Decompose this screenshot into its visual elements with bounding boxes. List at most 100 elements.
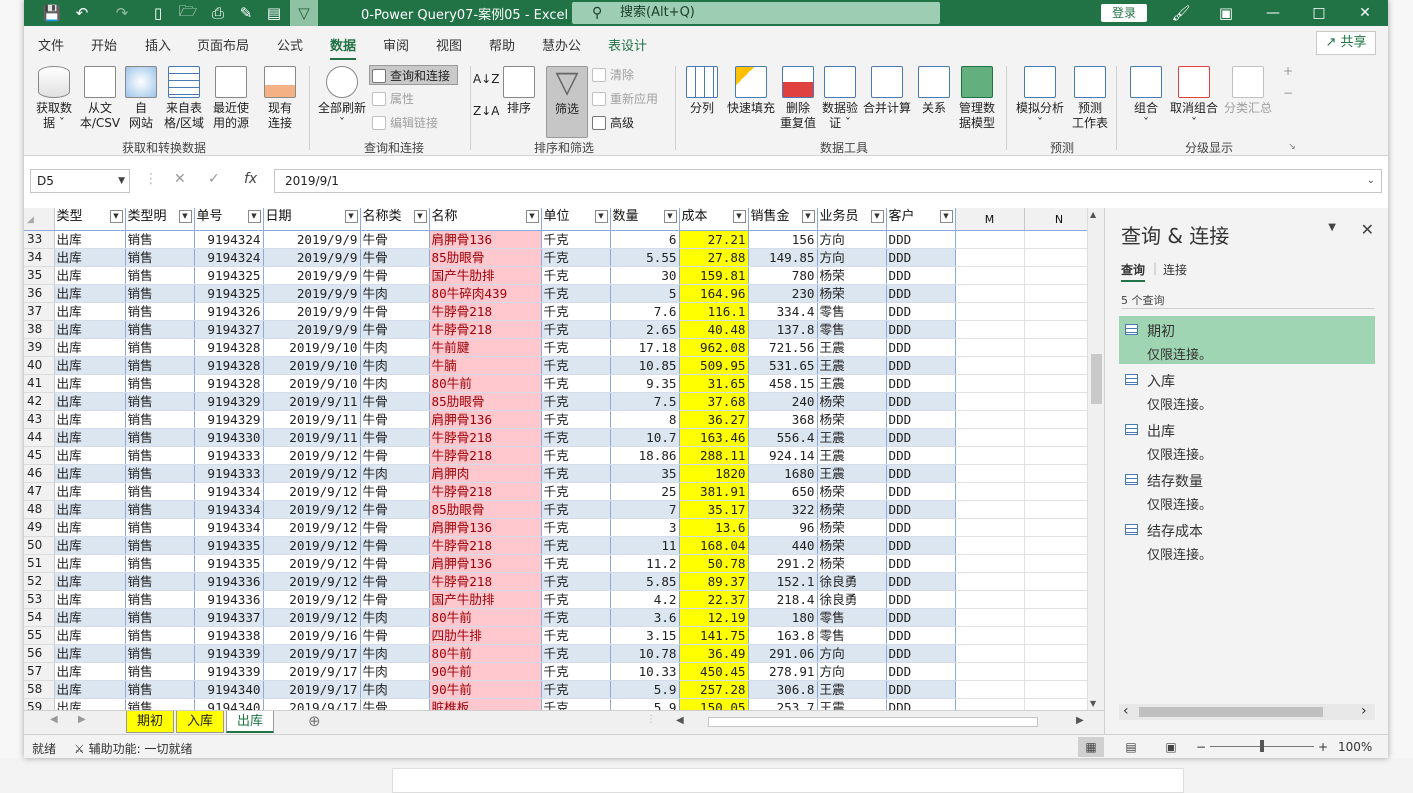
tab-table-design[interactable]: 表设计 — [608, 35, 647, 54]
table-cell[interactable]: 9194326 — [194, 302, 264, 321]
table-cell[interactable]: 2019/9/17 — [263, 698, 361, 710]
table-cell[interactable]: 千克 — [541, 356, 611, 375]
table-cell[interactable]: 牛脖骨218 — [429, 302, 542, 321]
table-cell[interactable]: 牛肉 — [360, 356, 430, 375]
scroll-thumb[interactable] — [1091, 354, 1102, 404]
table-cell[interactable]: 销售 — [125, 266, 195, 285]
table-cell[interactable]: 千克 — [541, 482, 611, 501]
table-cell[interactable]: 2019/9/16 — [263, 626, 361, 645]
empty-cell[interactable] — [955, 410, 1025, 429]
table-cell[interactable]: DDD — [886, 518, 956, 537]
login-button[interactable]: 登录 — [1101, 4, 1147, 22]
table-cell[interactable]: 牛脖骨218 — [429, 572, 542, 591]
table-cell[interactable]: 924.14 — [748, 446, 818, 465]
table-cell[interactable]: 销售 — [125, 662, 195, 681]
table-cell[interactable]: 销售 — [125, 554, 195, 573]
empty-cell[interactable] — [1024, 608, 1095, 627]
table-cell[interactable]: 销售 — [125, 302, 195, 321]
advanced-filter-button[interactable]: 高级 — [590, 113, 634, 133]
table-cell[interactable]: 销售 — [125, 230, 195, 249]
table-cell[interactable]: 杨荣 — [817, 518, 887, 537]
sheet-tab-ruku[interactable]: 入库 — [176, 711, 224, 733]
table-cell[interactable]: 291.06 — [748, 644, 818, 663]
scroll-down-icon[interactable]: ▼ — [1090, 699, 1096, 708]
row-number[interactable]: 49 — [24, 518, 55, 537]
col-sales-amount-header[interactable]: ▼ 销售金 — [748, 208, 818, 231]
filter-dropdown-icon[interactable]: ▼ — [870, 210, 884, 223]
insert-function-icon[interactable]: fx — [244, 171, 257, 187]
table-cell[interactable]: 1680 — [748, 464, 818, 483]
table-cell[interactable]: 出库 — [54, 284, 126, 303]
table-cell[interactable]: 王震 — [817, 356, 887, 375]
query-item-chuku[interactable]: 出库 仅限连接。 — [1119, 416, 1375, 464]
filter-dropdown-icon[interactable]: ▼ — [663, 210, 677, 223]
table-cell[interactable]: 2019/9/12 — [263, 554, 361, 573]
row-number[interactable]: 43 — [24, 410, 55, 429]
query-item-jiecun-chengben[interactable]: 结存成本 仅限连接。 — [1119, 516, 1375, 564]
table-cell[interactable]: 销售 — [125, 320, 195, 339]
print-preview-icon[interactable]: ⎙ — [204, 0, 232, 26]
table-cell[interactable]: 40.48 — [679, 320, 749, 339]
row-number[interactable]: 52 — [24, 572, 55, 591]
table-cell[interactable]: 9194336 — [194, 572, 264, 591]
column-letter-header[interactable]: N — [1024, 208, 1095, 231]
table-cell[interactable]: 出库 — [54, 662, 126, 681]
table-cell[interactable]: 千克 — [541, 554, 611, 573]
table-cell[interactable]: 千克 — [541, 248, 611, 267]
table-cell[interactable]: 2019/9/9 — [263, 248, 361, 267]
table-cell[interactable]: 千克 — [541, 464, 611, 483]
table-cell[interactable]: 牛骨 — [360, 230, 430, 249]
table-cell[interactable]: 出库 — [54, 266, 126, 285]
table-cell[interactable]: 千克 — [541, 338, 611, 357]
table-cell[interactable]: 141.75 — [679, 626, 749, 645]
table-cell[interactable]: 千克 — [541, 446, 611, 465]
table-cell[interactable]: 334.4 — [748, 302, 818, 321]
table-cell[interactable]: 10.78 — [610, 644, 680, 663]
table-cell[interactable]: 80牛前 — [429, 374, 542, 393]
table-cell[interactable]: 销售 — [125, 644, 195, 663]
empty-cell[interactable] — [955, 698, 1025, 710]
table-cell[interactable]: 千克 — [541, 518, 611, 537]
table-cell[interactable]: 牛肉 — [360, 338, 430, 357]
table-cell[interactable]: 159.81 — [679, 266, 749, 285]
table-cell[interactable]: 牛肉 — [360, 644, 430, 663]
relationships-button[interactable]: 关系 — [916, 66, 952, 116]
table-cell[interactable]: 36.27 — [679, 410, 749, 429]
col-name-header[interactable]: ▼ 名称 — [429, 208, 542, 231]
table-cell[interactable]: 278.91 — [748, 662, 818, 681]
table-cell[interactable]: 销售 — [125, 500, 195, 519]
row-number[interactable]: 56 — [24, 644, 55, 663]
empty-cell[interactable] — [1024, 392, 1095, 411]
table-cell[interactable]: 出库 — [54, 680, 126, 699]
table-cell[interactable]: 9194339 — [194, 644, 264, 663]
table-cell[interactable]: 千克 — [541, 428, 611, 447]
table-cell[interactable]: 徐良勇 — [817, 572, 887, 591]
table-cell[interactable]: 牛脖骨218 — [429, 536, 542, 555]
table-cell[interactable]: 牛骨 — [360, 590, 430, 609]
table-cell[interactable]: DDD — [886, 590, 956, 609]
row-number[interactable]: 34 — [24, 248, 55, 267]
table-cell[interactable]: 156 — [748, 230, 818, 249]
table-cell[interactable]: 牛骨 — [360, 410, 430, 429]
cancel-icon[interactable]: ✕ — [174, 171, 186, 187]
table-cell[interactable]: DDD — [886, 284, 956, 303]
table-cell[interactable]: 千克 — [541, 590, 611, 609]
empty-cell[interactable] — [1024, 626, 1095, 645]
filter-dropdown-icon[interactable]: ▼ — [247, 210, 261, 223]
filter-dropdown-icon[interactable]: ▼ — [525, 210, 539, 223]
table-cell[interactable]: 9194335 — [194, 554, 264, 573]
empty-cell[interactable] — [1024, 428, 1095, 447]
table-cell[interactable]: 出库 — [54, 302, 126, 321]
pane-tab-queries[interactable]: 查询 — [1121, 261, 1146, 282]
tab-review[interactable]: 审阅 — [383, 35, 409, 54]
row-number[interactable]: 58 — [24, 680, 55, 699]
zoom-slider-thumb[interactable] — [1260, 740, 1264, 752]
undo-icon[interactable]: ↶ — [68, 0, 96, 26]
table-cell[interactable]: 180 — [748, 608, 818, 627]
table-cell[interactable]: 7.5 — [610, 392, 680, 411]
table-cell[interactable]: 368 — [748, 410, 818, 429]
table-cell[interactable]: 2019/9/12 — [263, 608, 361, 627]
filter-button[interactable]: ▽ 筛选 — [546, 66, 588, 138]
table-cell[interactable]: 9194327 — [194, 320, 264, 339]
table-cell[interactable]: 肩胛骨136 — [429, 410, 542, 429]
